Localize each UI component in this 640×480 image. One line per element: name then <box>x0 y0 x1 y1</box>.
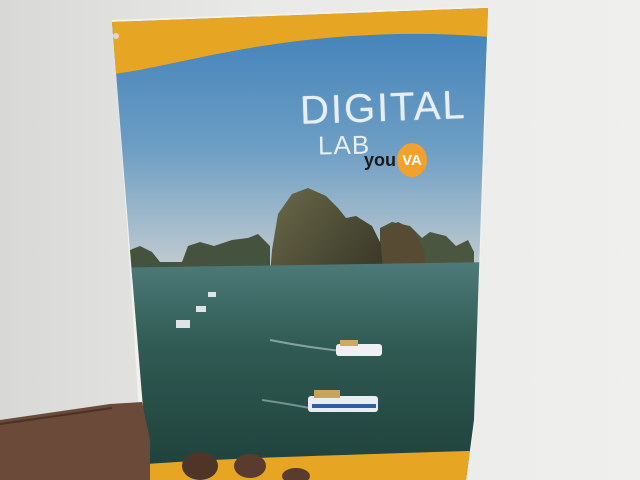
brand-va-text: VA <box>402 151 422 169</box>
pin-icon <box>113 33 119 39</box>
boat-small-1 <box>176 320 190 328</box>
photo-scene <box>0 6 488 480</box>
poster <box>112 6 488 480</box>
hand-left <box>0 402 150 480</box>
poster-title-digital: DIGITAL <box>299 83 468 133</box>
brand-badge: VA <box>397 143 427 177</box>
boat-small-3 <box>208 292 216 297</box>
boat-small-2 <box>196 306 206 312</box>
brand-you-text: you <box>364 150 397 170</box>
poster-title-lab: LAB <box>317 129 371 161</box>
